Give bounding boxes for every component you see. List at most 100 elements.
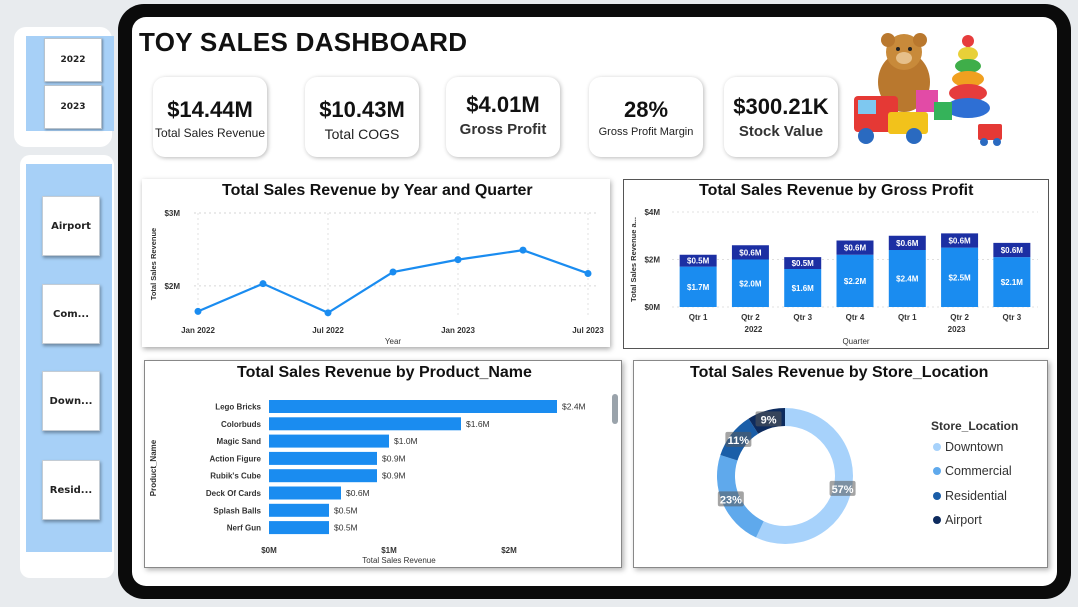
legend-item-downtown[interactable]: Downtown <box>933 440 1003 454</box>
y-tick-label: $4M <box>644 208 660 217</box>
data-point <box>519 246 527 254</box>
location-button-residential[interactable]: Resid... <box>42 460 100 520</box>
dashboard-root: 2022 2023 Airport Com... Down... Resid..… <box>0 0 1078 607</box>
x-tick-label: Jul 2023 <box>572 326 604 335</box>
bar <box>269 503 329 517</box>
data-label: $2.4M <box>896 275 919 284</box>
data-label: $0.6M <box>346 488 370 498</box>
legend-item-residential[interactable]: Residential <box>933 489 1007 503</box>
y-tick-label: $2M <box>164 282 180 291</box>
y-axis-title: Product_Name <box>149 439 158 496</box>
y-axis-title: Total Sales Revenue <box>149 228 158 300</box>
y-tick-label: Lego Bricks <box>215 403 261 412</box>
kpi-value: 28% <box>623 97 669 122</box>
location-button-airport[interactable]: Airport <box>42 196 100 256</box>
stacked-bar-chart[interactable]: $4M $2M $0M $1.7M $0.5M Qtr 1 $2.0M $0.6M Qtr 2 $… <box>624 200 1048 348</box>
data-label: $2.1M <box>1001 278 1024 287</box>
kpi-value: $10.43M <box>319 97 405 122</box>
x-tick-label: Jan 2023 <box>441 326 475 335</box>
bar <box>269 400 557 413</box>
donut-legend-title: Store_Location <box>931 419 1019 433</box>
y-tick-label: $2M <box>644 256 660 265</box>
data-label: $0.6M <box>1001 246 1024 255</box>
data-label: 57% <box>832 484 854 496</box>
x-tick-label: Jul 2022 <box>312 326 344 335</box>
data-label: $0.6M <box>844 244 867 253</box>
data-label: $1.6M <box>792 284 815 293</box>
data-label: $0.5M <box>792 259 815 268</box>
x-axis-title: Total Sales Revenue <box>362 556 436 565</box>
x-tick-label: Qtr 4 <box>846 313 865 322</box>
data-point <box>389 268 397 276</box>
location-button-commercial[interactable]: Com... <box>42 284 100 344</box>
bar <box>269 434 389 448</box>
data-label: $0.5M <box>334 523 358 533</box>
y-axis-title: Total Sales Revenue a... <box>629 217 638 302</box>
kpi-label: Stock Value <box>738 123 824 140</box>
bar <box>269 486 341 500</box>
legend-dot <box>933 443 941 451</box>
data-label: $2.5M <box>948 273 971 282</box>
kpi-value: $4.01M <box>466 92 540 117</box>
product-bar-chart-title: Total Sales Revenue by Product_Name <box>237 364 532 381</box>
legend-dot <box>933 516 941 524</box>
donut-slice <box>756 408 853 544</box>
data-point <box>194 307 202 315</box>
data-label: 23% <box>720 494 742 506</box>
x-tick-label: $2M <box>501 546 517 555</box>
location-button-downtown[interactable]: Down... <box>42 371 100 431</box>
data-label: $0.6M <box>739 248 762 257</box>
y-tick-label: Magic Sand <box>217 437 262 446</box>
year-button-2023[interactable]: 2023 <box>44 85 102 129</box>
legend-dot <box>933 467 941 475</box>
kpi-card-gross-profit: $4.01M Gross Profit <box>446 77 560 157</box>
y-tick-label: Action Figure <box>209 454 261 463</box>
x-group-label: 2023 <box>948 325 966 334</box>
x-tick-label: Qtr 1 <box>689 313 708 322</box>
bar <box>269 417 461 431</box>
bar <box>269 521 329 535</box>
data-label: 11% <box>728 435 750 447</box>
legend-label: Commercial <box>945 464 1012 478</box>
series-line <box>197 249 589 315</box>
kpi-label: Total COGS <box>324 126 400 142</box>
x-tick-label: Qtr 1 <box>898 313 917 322</box>
data-point <box>584 269 592 277</box>
x-tick-label: Qtr 3 <box>1003 313 1022 322</box>
x-tick-label: Qtr 2 <box>741 313 760 322</box>
x-tick-label: Qtr 3 <box>793 313 812 322</box>
kpi-label: Gross Profit Margin <box>598 126 694 138</box>
kpi-card-total-sales-revenue: $14.44M Total Sales Revenue <box>153 77 267 157</box>
data-label: $0.5M <box>687 257 710 266</box>
data-label: $1.0M <box>394 436 418 446</box>
legend-item-commercial[interactable]: Commercial <box>933 464 1012 478</box>
legend-label: Downtown <box>945 440 1004 454</box>
data-point <box>324 309 332 317</box>
product-bar-chart[interactable]: Lego Bricks $2.4M Colorbuds $1.6M Magic Sand… <box>145 384 611 567</box>
legend-item-airport[interactable]: Airport <box>933 513 982 527</box>
data-label: 9% <box>761 414 777 426</box>
dashboard-title: TOY SALES DASHBOARD <box>139 27 468 57</box>
y-tick-label: $0M <box>644 303 660 312</box>
legend-dot <box>933 492 941 500</box>
x-axis-title: Quarter <box>842 337 869 346</box>
kpi-card-total-cogs: $10.43M Total COGS <box>305 77 419 157</box>
kpi-card-stock-value: $300.21K Stock Value <box>724 77 838 157</box>
donut-chart[interactable]: 57% 23% 11% 9% <box>700 396 870 556</box>
kpi-value: $14.44M <box>167 97 253 122</box>
kpi-label: Gross Profit <box>459 121 547 138</box>
data-label: $0.5M <box>334 505 358 515</box>
data-label: $1.6M <box>466 419 490 429</box>
data-label: $2.2M <box>844 277 867 286</box>
line-chart[interactable]: $3M $2M Jan 2022 Jul 2022 Jan 2023 Jul 2023 Ye… <box>142 200 610 348</box>
data-point <box>259 280 267 288</box>
kpi-card-gross-profit-margin: 28% Gross Profit Margin <box>589 77 703 157</box>
product-chart-scrollbar[interactable] <box>612 394 618 424</box>
y-tick-label: Splash Balls <box>213 506 261 515</box>
year-button-2022[interactable]: 2022 <box>44 38 102 82</box>
y-tick-label: Colorbuds <box>221 420 262 429</box>
bar <box>269 451 377 465</box>
x-tick-label: $1M <box>381 546 397 555</box>
donut-chart-title: Total Sales Revenue by Store_Location <box>690 364 989 381</box>
data-label: $1.7M <box>687 283 710 292</box>
